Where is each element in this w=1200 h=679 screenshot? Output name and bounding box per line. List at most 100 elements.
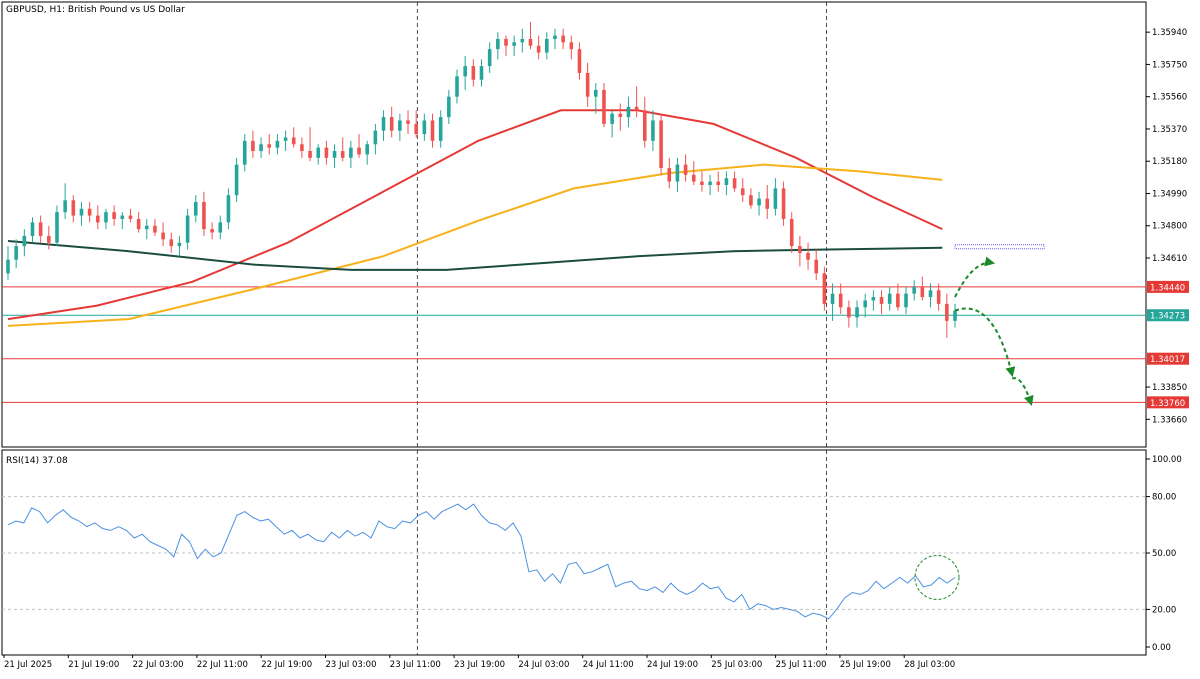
symbol-label: GBPUSD, H1: British Pound vs US Dollar <box>6 5 185 15</box>
candle <box>896 293 900 308</box>
candle <box>765 198 770 209</box>
main-panel-frame <box>1 1 1147 448</box>
time-tick-label: 23 Jul 11:00 <box>390 660 441 670</box>
candle <box>79 208 84 216</box>
price-level-label: 1.34017 <box>1150 355 1185 365</box>
candle <box>610 113 614 124</box>
candle <box>55 212 59 243</box>
candle <box>38 222 43 236</box>
candle <box>30 222 35 236</box>
candle <box>887 293 892 304</box>
candle <box>63 200 67 213</box>
candle <box>806 252 810 260</box>
rsi-highlight-circle <box>914 554 960 600</box>
candle <box>789 218 794 247</box>
time-tick-label: 25 Jul 19:00 <box>840 660 891 670</box>
candle <box>6 259 10 274</box>
time-tick-label: 25 Jul 03:00 <box>711 660 762 670</box>
candle <box>691 174 696 182</box>
candle <box>169 239 174 247</box>
candle <box>634 106 639 111</box>
candle <box>193 201 198 216</box>
candle <box>553 35 557 39</box>
price-level-label: 1.33760 <box>1150 399 1185 409</box>
candle <box>242 140 247 165</box>
candle <box>504 38 508 46</box>
price-level-label: 1.34440 <box>1150 283 1185 293</box>
candle <box>414 123 418 135</box>
candle <box>700 181 704 185</box>
candle <box>153 225 157 233</box>
moving-average-line <box>7 240 943 271</box>
candle <box>283 137 288 141</box>
chart-canvas: 1.34440 1.34273 1.34017 1.33760 1.35940 1.357… <box>1 1 1189 670</box>
candle <box>22 235 27 247</box>
price-tick-label: 1.35750 <box>1152 60 1187 70</box>
forecast-arrow <box>1011 377 1034 406</box>
candle <box>136 218 141 230</box>
candle <box>545 38 549 53</box>
candle <box>920 286 925 298</box>
candle <box>398 120 402 131</box>
rsi-tick-label: 80.00 <box>1152 493 1176 503</box>
candle <box>757 198 761 206</box>
time-tick-label: 25 Jul 11:00 <box>776 660 827 670</box>
candle <box>104 212 108 223</box>
candle <box>496 38 500 50</box>
moving-average-line <box>7 163 943 327</box>
rsi-tick-label: 50.00 <box>1152 549 1176 559</box>
candle <box>651 120 655 141</box>
candle <box>234 164 239 196</box>
candle <box>144 225 149 230</box>
rsi-tick-label: 20.00 <box>1152 605 1176 615</box>
candle <box>438 117 443 141</box>
candle <box>112 212 116 219</box>
candle <box>324 147 329 158</box>
time-tick-label: 24 Jul 11:00 <box>583 660 634 670</box>
candle <box>863 300 867 308</box>
candle <box>479 66 484 80</box>
time-tick-label: 23 Jul 19:00 <box>454 660 505 670</box>
candle <box>275 140 280 148</box>
candle <box>202 201 206 230</box>
rsi-tick-label: 100.00 <box>1152 455 1182 465</box>
price-tick-label: 1.34800 <box>1152 222 1187 232</box>
candle <box>659 120 663 169</box>
candle <box>724 178 729 185</box>
candle <box>381 117 386 131</box>
candle <box>340 151 345 158</box>
candle <box>936 290 941 304</box>
candle <box>569 42 574 50</box>
rsi-line <box>7 503 956 620</box>
candle <box>912 286 916 294</box>
candle <box>593 89 598 97</box>
candle <box>953 310 957 321</box>
candle <box>879 297 884 304</box>
candle <box>683 164 688 175</box>
candle <box>904 293 908 308</box>
candle <box>463 66 467 77</box>
candle <box>838 293 843 308</box>
candle <box>218 222 223 233</box>
price-tick-label: 1.35560 <box>1152 93 1187 103</box>
candle <box>561 35 565 43</box>
candle <box>822 273 827 304</box>
candle <box>430 120 435 141</box>
candle <box>120 215 125 219</box>
candle <box>675 164 680 182</box>
time-tick-label: 22 Jul 03:00 <box>133 660 184 670</box>
forecast-arrow <box>954 256 996 298</box>
candle <box>259 144 263 152</box>
candle <box>626 106 631 118</box>
candle <box>455 76 459 97</box>
candle <box>536 45 541 53</box>
candle <box>365 144 370 155</box>
candle <box>267 144 272 148</box>
candle <box>373 130 378 145</box>
moving-average-line <box>7 109 943 321</box>
price-tick-label: 1.35180 <box>1152 157 1187 167</box>
candle <box>185 215 190 243</box>
candle <box>773 188 778 209</box>
price-tick-label: 1.35940 <box>1152 28 1187 38</box>
time-tick-label: 23 Jul 03:00 <box>326 660 377 670</box>
